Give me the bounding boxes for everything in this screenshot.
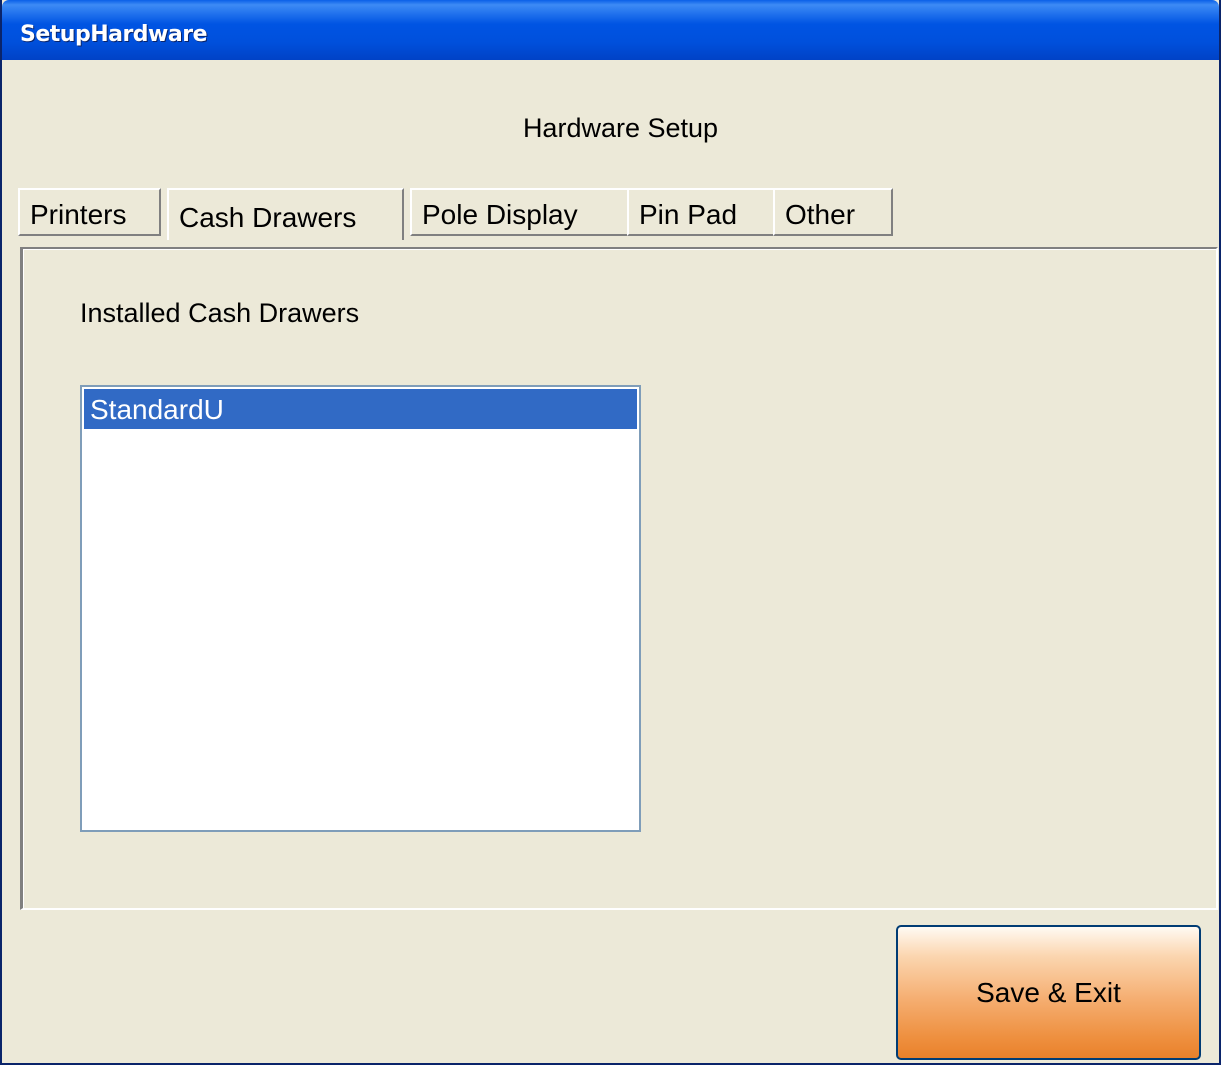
tab-other[interactable]: Other <box>773 188 893 236</box>
tab-pin-pad[interactable]: Pin Pad <box>627 188 777 236</box>
window-title: SetupHardware <box>20 22 208 47</box>
save-exit-label: Save & Exit <box>976 976 1121 1008</box>
cash-drawers-listbox[interactable]: StandardU <box>80 385 641 832</box>
tab-cash-drawers[interactable]: Cash Drawers <box>167 188 404 240</box>
list-item[interactable]: StandardU <box>84 389 637 429</box>
installed-cash-drawers-label: Installed Cash Drawers <box>80 298 360 328</box>
tab-pole-display[interactable]: Pole Display <box>410 188 637 236</box>
tab-printers[interactable]: Printers <box>18 188 161 236</box>
title-bar[interactable]: SetupHardware <box>2 0 1219 60</box>
save-exit-button[interactable]: Save & Exit <box>896 925 1201 1060</box>
setup-hardware-window: SetupHardware Hardware Setup Printers Ca… <box>0 0 1221 1065</box>
page-title: Hardware Setup <box>522 113 719 143</box>
